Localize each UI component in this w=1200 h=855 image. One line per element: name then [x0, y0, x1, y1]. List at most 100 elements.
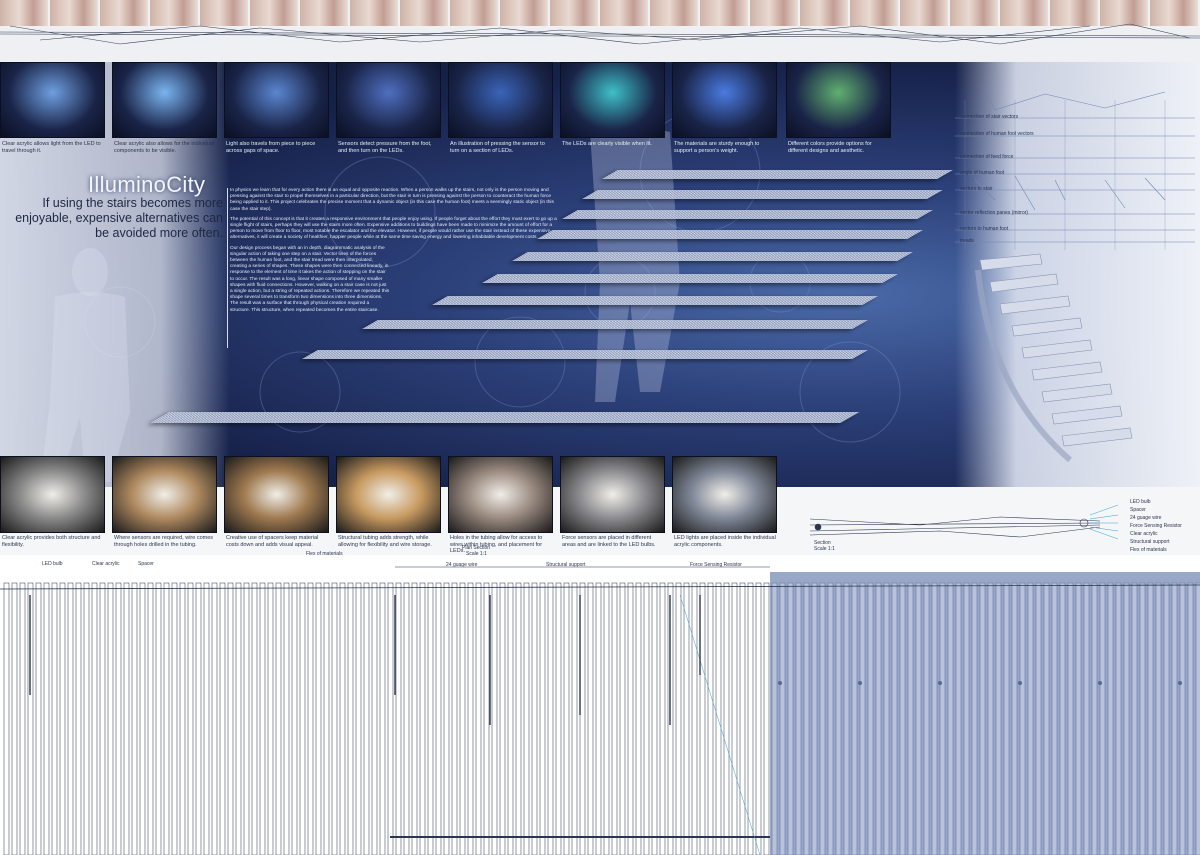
vector-label: vectors to stair [960, 186, 993, 192]
plan-tube [147, 582, 154, 855]
vector-label: connection of human foot vectors [960, 131, 1034, 137]
plan-tube [939, 582, 946, 855]
plan-tube [211, 582, 218, 855]
plan-tube [675, 582, 682, 855]
plan-tube [91, 582, 98, 855]
plan-tube [611, 582, 618, 855]
plan-tube [131, 582, 138, 855]
plan-tube [379, 582, 386, 855]
plan-tube [683, 582, 690, 855]
plan-tube [587, 582, 594, 855]
plan-tube [555, 582, 562, 855]
plan-tube [427, 582, 434, 855]
plan-tube [987, 582, 994, 855]
plan-tube [779, 582, 786, 855]
plan-tube [163, 582, 170, 855]
plan-tube [1011, 582, 1018, 855]
plan-tube [787, 582, 794, 855]
plan-tube [483, 582, 490, 855]
plan-tube [547, 582, 554, 855]
plan-tube [219, 582, 226, 855]
plan-tube [619, 582, 626, 855]
stair-tread [602, 170, 953, 179]
plan-tube [843, 582, 850, 855]
photo-6 [560, 62, 665, 138]
stair-tread [582, 190, 943, 199]
stair-tread [537, 230, 923, 239]
plan-tube [1019, 582, 1026, 855]
plan-tube [971, 582, 978, 855]
plan-tube [875, 582, 882, 855]
plan-tube [475, 582, 482, 855]
plan-tube [819, 582, 826, 855]
plan-tube [19, 582, 26, 855]
plan-tube [699, 582, 706, 855]
plan-tube [387, 582, 394, 855]
plan-tube [539, 582, 546, 855]
section-label: 24 guage wire [1130, 515, 1162, 521]
plan-tube [411, 582, 418, 855]
photo-image [337, 457, 440, 532]
top-strip [0, 0, 1200, 62]
plan-tube [187, 582, 194, 855]
plan-label: Force Sensing Resistor [690, 562, 742, 568]
plan-tube [419, 582, 426, 855]
photo-caption: Structural tubing adds strength, while a… [338, 535, 432, 548]
photo-7 [672, 62, 777, 138]
plan-tube [67, 582, 74, 855]
plan-tube [811, 582, 818, 855]
section-scale: Scale 1:1 [814, 546, 835, 552]
plan-tube [75, 582, 82, 855]
plan-tube [1027, 582, 1034, 855]
plan-tube [331, 582, 338, 855]
plan-tube [1043, 582, 1050, 855]
plan-tube [923, 582, 930, 855]
photo-caption: Clear acrylic also allows for the indivi… [114, 141, 215, 154]
plan-tube [123, 582, 130, 855]
plan-tube [627, 582, 634, 855]
plan-tube [51, 582, 58, 855]
detail-photo-1 [0, 456, 105, 533]
section-label: Force Sensing Resistor [1130, 523, 1182, 529]
photo-caption: The materials are sturdy enough to suppo… [674, 141, 760, 154]
photo-caption: Clear acrylic provides both structure an… [2, 535, 101, 548]
plan-tube [651, 582, 658, 855]
plan-tube [795, 582, 802, 855]
plan-label: Structural support [546, 562, 586, 568]
photo-image [1, 63, 104, 137]
plan-tube [307, 582, 314, 855]
plan-tube [1059, 582, 1066, 855]
plan-tube [107, 582, 114, 855]
photo-image [673, 63, 776, 137]
plan-tube [763, 582, 770, 855]
plan-tube [83, 582, 90, 855]
plan-tube [355, 582, 362, 855]
plan-led [858, 681, 862, 685]
plan-tube [195, 582, 202, 855]
plan-tube [755, 582, 762, 855]
plan-tube [515, 582, 522, 855]
photo-caption: Force sensors are placed in different ar… [562, 535, 656, 548]
plan-tube [747, 582, 754, 855]
detail-photo-2 [112, 456, 217, 533]
photo-image [449, 457, 552, 532]
plan-tube [243, 582, 250, 855]
plan-tube [691, 582, 698, 855]
plan-tube [1163, 582, 1170, 855]
plan-tube [283, 582, 290, 855]
stair-tread [562, 210, 933, 219]
plan-tube [1107, 582, 1114, 855]
plan-scale: Scale 1:1 [466, 551, 487, 557]
plan-tube [467, 582, 474, 855]
plan-label: Spacer [138, 561, 154, 567]
plan-tube [3, 582, 10, 855]
plan-tube [11, 582, 18, 855]
plan-tube [595, 582, 602, 855]
photo-caption: The LEDs are clearly visible when lit. [562, 141, 652, 147]
plan-tube [115, 582, 122, 855]
plan-tube [867, 582, 874, 855]
plan-tube [443, 582, 450, 855]
plan-tube [1099, 582, 1106, 855]
plan-tube [59, 582, 66, 855]
photo-image [561, 457, 664, 532]
